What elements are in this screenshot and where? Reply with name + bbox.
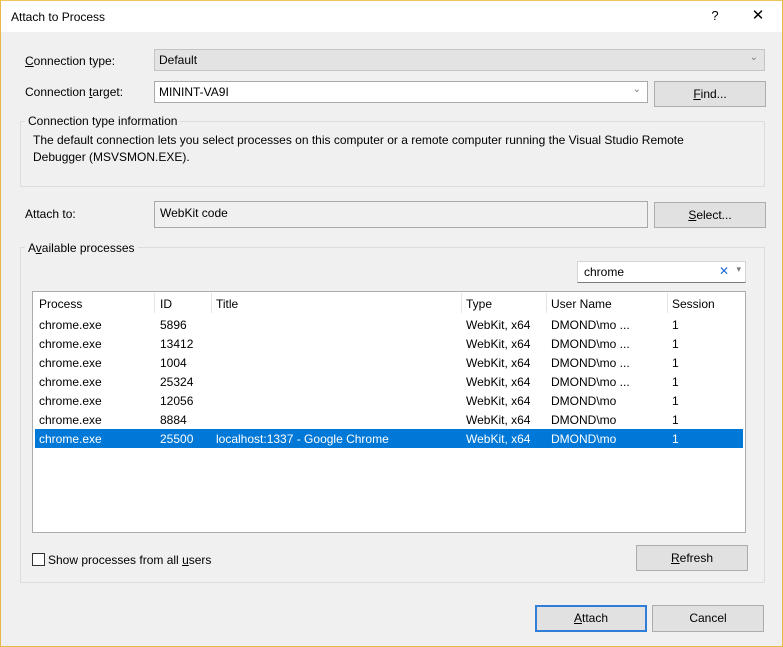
process-cell-user: DMOND\mo bbox=[551, 432, 617, 446]
column-separator bbox=[211, 293, 212, 313]
process-cell-user: DMOND\mo bbox=[551, 394, 617, 408]
connection-info-text: The default connection lets you select p… bbox=[33, 133, 684, 164]
process-cell-id: 12056 bbox=[160, 394, 194, 408]
process-row[interactable]: chrome.exe 25324 WebKit, x64 DMOND\mo ... 1 bbox=[35, 372, 743, 391]
connection-type-value: Default bbox=[159, 53, 198, 67]
process-cell-session: 1 bbox=[672, 318, 679, 332]
process-cell-type: WebKit, x64 bbox=[466, 356, 531, 370]
title-bar: Attach to Process ? ✕ bbox=[1, 1, 782, 32]
process-cell-user: DMOND\mo ... bbox=[551, 337, 630, 351]
attach-to-field: WebKit code bbox=[154, 201, 648, 228]
column-header-session[interactable]: Session bbox=[672, 297, 715, 311]
process-cell-session: 1 bbox=[672, 413, 679, 427]
column-separator bbox=[461, 293, 462, 313]
connection-target-combobox[interactable]: MININT-VA9I ⌄ bbox=[154, 81, 648, 103]
process-list[interactable]: Process ID Title Type User Name Session … bbox=[32, 291, 746, 533]
process-list-header: Process ID Title Type User Name Session bbox=[35, 292, 743, 313]
process-cell-type: WebKit, x64 bbox=[466, 413, 531, 427]
column-separator bbox=[546, 293, 547, 313]
process-cell-id: 1004 bbox=[160, 356, 187, 370]
select-button[interactable]: Select... bbox=[654, 202, 766, 228]
process-cell-type: WebKit, x64 bbox=[466, 318, 531, 332]
search-input[interactable]: chrome bbox=[584, 265, 624, 279]
process-cell-process: chrome.exe bbox=[39, 394, 102, 408]
column-header-title[interactable]: Title bbox=[216, 297, 238, 311]
attach-button[interactable]: Attach bbox=[535, 605, 647, 632]
process-cell-session: 1 bbox=[672, 375, 679, 389]
chevron-down-icon[interactable]: ⌄ bbox=[633, 84, 641, 95]
process-cell-session: 1 bbox=[672, 394, 679, 408]
process-cell-session: 1 bbox=[672, 337, 679, 351]
process-cell-process: chrome.exe bbox=[39, 318, 102, 332]
search-dropdown-icon[interactable]: ▾ bbox=[736, 264, 741, 275]
process-cell-type: WebKit, x64 bbox=[466, 432, 531, 446]
process-row[interactable]: chrome.exe 1004 WebKit, x64 DMOND\mo ... 1 bbox=[35, 353, 743, 372]
process-cell-session: 1 bbox=[672, 356, 679, 370]
column-header-type[interactable]: Type bbox=[466, 297, 492, 311]
process-row[interactable]: chrome.exe 5896 WebKit, x64 DMOND\mo ... 1 bbox=[35, 315, 743, 334]
process-cell-user: DMOND\mo ... bbox=[551, 375, 630, 389]
show-all-users-label[interactable]: Show processes from all users bbox=[48, 553, 211, 567]
process-row[interactable]: chrome.exe 8884 WebKit, x64 DMOND\mo 1 bbox=[35, 410, 743, 429]
process-cell-id: 25500 bbox=[160, 432, 194, 446]
connection-type-dropdown[interactable]: Default ⌄ bbox=[154, 49, 765, 71]
process-cell-process: chrome.exe bbox=[39, 432, 102, 446]
attach-to-process-dialog: Attach to Process ? ✕ Connection type: D… bbox=[0, 0, 783, 647]
process-cell-type: WebKit, x64 bbox=[466, 337, 531, 351]
process-row[interactable]: chrome.exe 13412 WebKit, x64 DMOND\mo ... 1 bbox=[35, 334, 743, 353]
process-cell-id: 5896 bbox=[160, 318, 187, 332]
process-row[interactable]: chrome.exe 25500 localhost:1337 - Google C… bbox=[35, 429, 743, 448]
process-cell-id: 25324 bbox=[160, 375, 194, 389]
process-filter-search[interactable]: chrome ✕ ▾ bbox=[577, 261, 746, 283]
close-button[interactable]: ✕ bbox=[743, 3, 773, 29]
process-cell-user: DMOND\mo ... bbox=[551, 318, 630, 332]
process-row[interactable]: chrome.exe 12056 WebKit, x64 DMOND\mo 1 bbox=[35, 391, 743, 410]
refresh-button[interactable]: Refresh bbox=[636, 545, 748, 571]
process-cell-id: 13412 bbox=[160, 337, 194, 351]
process-cell-process: chrome.exe bbox=[39, 356, 102, 370]
process-cell-process: chrome.exe bbox=[39, 337, 102, 351]
connection-info-legend: Connection type information bbox=[25, 114, 181, 128]
connection-target-value[interactable]: MININT-VA9I bbox=[159, 85, 229, 99]
column-header-id[interactable]: ID bbox=[160, 297, 172, 311]
attach-to-label: Attach to: bbox=[25, 207, 76, 221]
clear-search-icon[interactable]: ✕ bbox=[719, 264, 729, 278]
process-cell-process: chrome.exe bbox=[39, 413, 102, 427]
connection-type-label: Connection type: bbox=[25, 54, 116, 68]
process-cell-title: localhost:1337 - Google Chrome bbox=[216, 432, 389, 446]
show-all-users-checkbox[interactable] bbox=[32, 553, 45, 566]
process-cell-user: DMOND\mo bbox=[551, 413, 617, 427]
process-cell-id: 8884 bbox=[160, 413, 187, 427]
process-cell-session: 1 bbox=[672, 432, 679, 446]
column-separator bbox=[154, 293, 155, 313]
column-header-process[interactable]: Process bbox=[39, 297, 82, 311]
process-cell-process: chrome.exe bbox=[39, 375, 102, 389]
column-separator bbox=[667, 293, 668, 313]
process-cell-type: WebKit, x64 bbox=[466, 394, 531, 408]
column-header-user-name[interactable]: User Name bbox=[551, 297, 612, 311]
find-button[interactable]: Find... bbox=[654, 81, 766, 107]
available-processes-legend: Available processes bbox=[25, 241, 138, 255]
cancel-button[interactable]: Cancel bbox=[652, 605, 764, 632]
dialog-title: Attach to Process bbox=[11, 10, 106, 24]
chevron-down-icon: ⌄ bbox=[749, 52, 758, 63]
process-cell-user: DMOND\mo ... bbox=[551, 356, 630, 370]
process-cell-type: WebKit, x64 bbox=[466, 375, 531, 389]
connection-target-label: Connection target: bbox=[25, 85, 124, 99]
help-button[interactable]: ? bbox=[703, 3, 727, 29]
